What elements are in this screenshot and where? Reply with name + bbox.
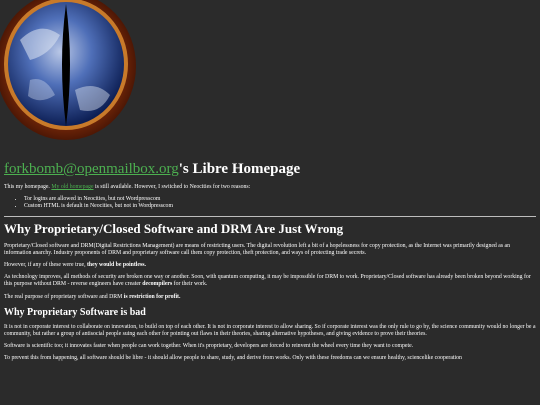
section1-paragraph-3: As technology improves, all methods of s… (4, 274, 536, 288)
intro-paragraph: This my homepage. My old homepage is sti… (4, 184, 536, 191)
p4-bold: is restriction for profit. (123, 293, 181, 300)
section1-paragraph-4: The real purpose of proprietary software… (4, 294, 536, 301)
title-suffix: 's Libre Homepage (178, 161, 301, 177)
page-title: forkbomb@openmailbox.org's Libre Homepag… (4, 160, 536, 178)
p2-bold: they would be pointless. (86, 262, 146, 269)
intro-text: This my homepage. (4, 184, 52, 190)
p3-bold: decompilers (142, 281, 173, 288)
p3-text: As technology improves, all methods of s… (4, 274, 531, 288)
section1-heading: Why Proprietary/Closed Software and DRM … (4, 220, 344, 236)
intro-text-end: is still available. However, I switched … (93, 184, 251, 190)
eye-globe-icon (0, 0, 136, 140)
old-homepage-link[interactable]: My old homepage (51, 184, 93, 190)
email-link[interactable]: forkbomb@openmailbox.org (4, 161, 179, 177)
reasons-list: Tor logins are allowed in Neocities, but… (4, 196, 536, 210)
section2-paragraph-3: To prevent this from happening, all soft… (4, 355, 462, 362)
list-item: Custom HTML is default in Neocities, but… (24, 203, 536, 210)
p2-text: However, if any of these were true, (4, 262, 87, 269)
section1-paragraph-1: Proprietary/Closed software and DRM(Digi… (4, 242, 511, 256)
section2-paragraph-2: Software is scientific too; it innovates… (4, 343, 414, 350)
p4-text: The real purpose of proprietary software… (4, 293, 124, 300)
section2-heading: Why Proprietary Software is bad (4, 306, 146, 318)
site-logo (0, 0, 142, 148)
section2-paragraph-1: It is not in corporate interest to colla… (4, 323, 536, 338)
section1-paragraph-2: However, if any of these were true, they… (4, 262, 536, 269)
p3-end: for their work. (172, 281, 208, 288)
divider (4, 215, 536, 217)
